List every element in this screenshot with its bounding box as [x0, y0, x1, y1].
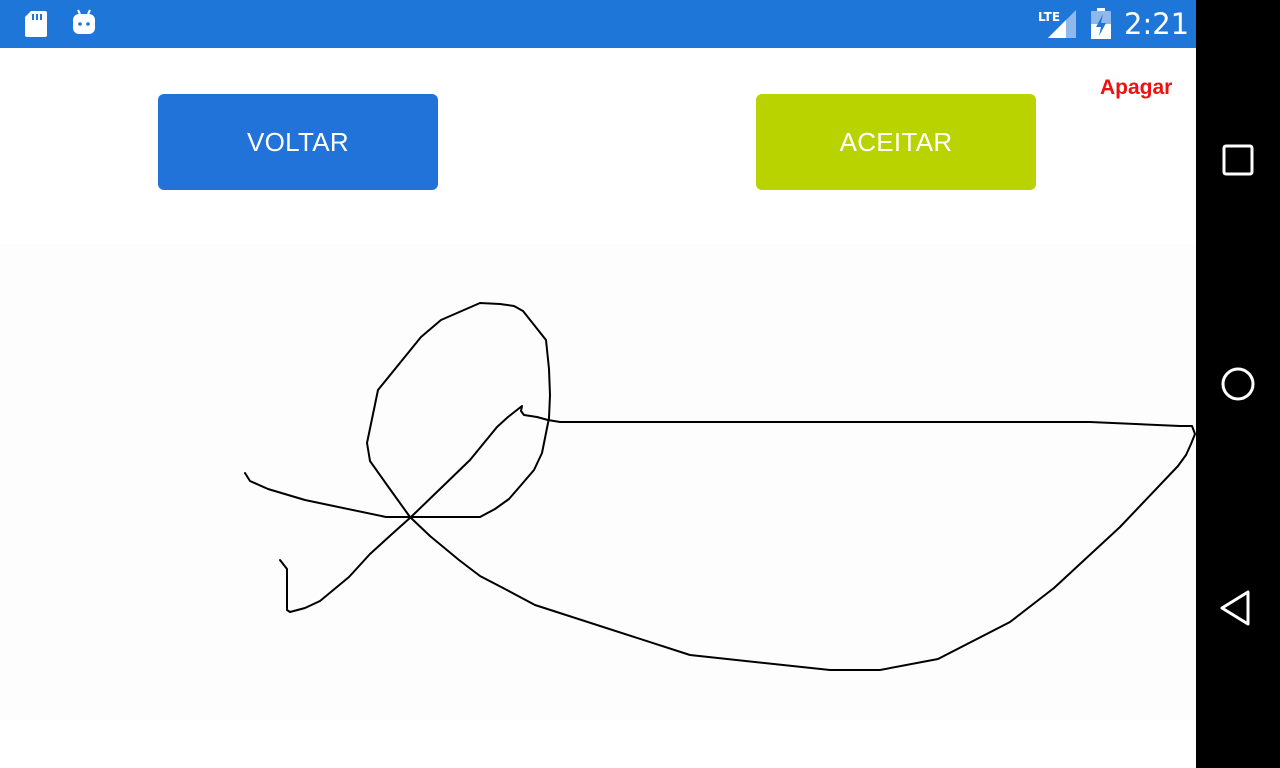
android-debug-icon	[73, 9, 95, 34]
signature-stroke	[244, 302, 1196, 671]
clear-signature-link[interactable]: Apagar	[1100, 76, 1172, 100]
lte-signal-icon: LTE	[1038, 10, 1076, 38]
home-icon[interactable]	[1216, 362, 1260, 406]
sd-card-icon	[25, 11, 47, 37]
status-clock: 2:21	[1124, 7, 1190, 41]
screen: LTE 2:21 Apagar VOLTAR ACEITAR	[0, 0, 1280, 768]
back-button[interactable]: VOLTAR	[158, 94, 438, 190]
accept-button[interactable]: ACEITAR	[756, 94, 1036, 190]
recents-icon[interactable]	[1216, 138, 1260, 182]
signature-drawing	[244, 302, 1196, 671]
signature-canvas[interactable]	[0, 244, 1196, 720]
signature-screen: Apagar VOLTAR ACEITAR	[0, 48, 1196, 768]
back-icon[interactable]	[1216, 586, 1260, 630]
battery-charging-icon	[1091, 8, 1111, 39]
navigation-bar	[1196, 0, 1280, 768]
svg-text:LTE: LTE	[1038, 10, 1060, 24]
status-bar: LTE 2:21	[0, 0, 1196, 48]
